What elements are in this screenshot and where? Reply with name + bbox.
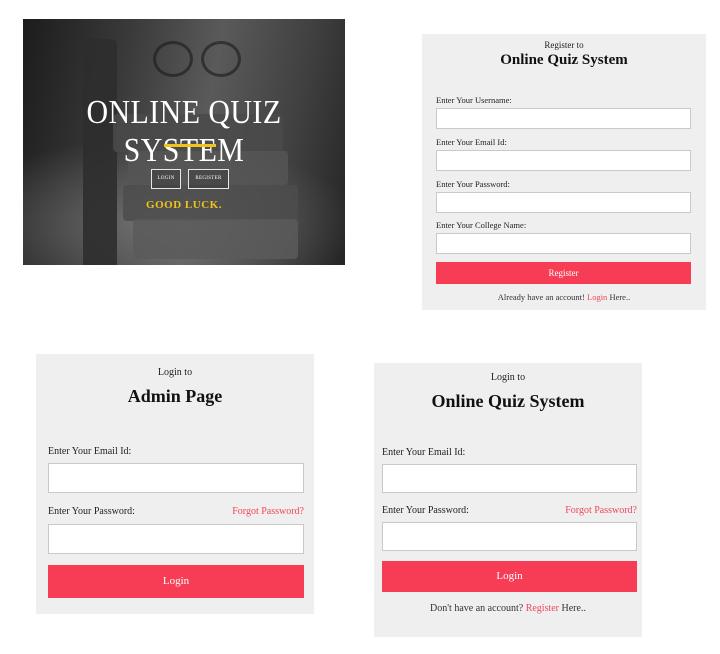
register-footer-suffix: Here.. bbox=[609, 292, 631, 302]
hero-register-button[interactable]: REGISTER bbox=[188, 169, 229, 189]
register-footer-text: Already have an account! bbox=[497, 292, 585, 302]
login-title: Online Quiz System bbox=[431, 391, 585, 411]
username-input[interactable] bbox=[436, 108, 691, 129]
login-link[interactable]: Login bbox=[587, 292, 607, 302]
glasses-icon bbox=[153, 37, 243, 77]
login-password-label: Enter Your Password: bbox=[382, 505, 469, 516]
login-email-label: Enter Your Email Id: bbox=[382, 447, 466, 458]
college-label: Enter Your College Name: bbox=[436, 220, 527, 230]
register-link[interactable]: Register bbox=[526, 603, 559, 614]
register-password-input[interactable] bbox=[436, 192, 691, 213]
hero-login-button[interactable]: LOGIN bbox=[151, 169, 181, 189]
hero-banner: ONLINE QUIZ SYSTEM LOGIN REGISTER GOOD L… bbox=[23, 19, 345, 265]
login-password-input[interactable] bbox=[382, 522, 637, 551]
admin-password-label: Enter Your Password: bbox=[48, 506, 135, 517]
register-footer: Already have an account! Login Here.. bbox=[422, 292, 706, 302]
admin-email-label: Enter Your Email Id: bbox=[48, 446, 132, 457]
admin-forgot-password-link[interactable]: Forgot Password? bbox=[232, 506, 304, 517]
login-footer: Don't have an account? Register Here.. bbox=[374, 603, 642, 614]
admin-title: Admin Page bbox=[127, 386, 223, 406]
admin-login-button[interactable]: Login bbox=[48, 565, 304, 598]
hero-divider bbox=[164, 144, 216, 147]
login-footer-text: Don't have an account? bbox=[430, 603, 524, 614]
register-title: Online Quiz System bbox=[500, 52, 628, 68]
admin-email-input[interactable] bbox=[48, 463, 304, 493]
register-email-label: Enter Your Email Id: bbox=[436, 137, 507, 147]
login-email-input[interactable] bbox=[382, 464, 637, 493]
login-footer-suffix: Here.. bbox=[561, 603, 586, 614]
admin-password-input[interactable] bbox=[48, 524, 304, 554]
college-input[interactable] bbox=[436, 233, 691, 254]
register-password-label: Enter Your Password: bbox=[436, 179, 510, 189]
register-panel: Register to Online Quiz System Enter You… bbox=[422, 34, 706, 310]
book-image bbox=[133, 219, 298, 259]
admin-subtitle: Login to bbox=[157, 367, 193, 378]
hero-tagline: GOOD LUCK. bbox=[146, 199, 222, 211]
login-subtitle: Login to bbox=[490, 372, 526, 383]
register-button[interactable]: Register bbox=[436, 262, 691, 284]
login-forgot-password-link[interactable]: Forgot Password? bbox=[565, 505, 637, 516]
login-button[interactable]: Login bbox=[382, 561, 637, 592]
user-login-panel: Login to Online Quiz System Enter Your E… bbox=[374, 363, 642, 637]
hero-title: ONLINE QUIZ SYSTEM bbox=[86, 94, 282, 169]
register-email-input[interactable] bbox=[436, 150, 691, 171]
admin-login-panel: Login to Admin Page Enter Your Email Id:… bbox=[36, 354, 314, 614]
username-label: Enter Your Username: bbox=[436, 95, 512, 105]
register-subtitle: Register to bbox=[544, 40, 584, 50]
